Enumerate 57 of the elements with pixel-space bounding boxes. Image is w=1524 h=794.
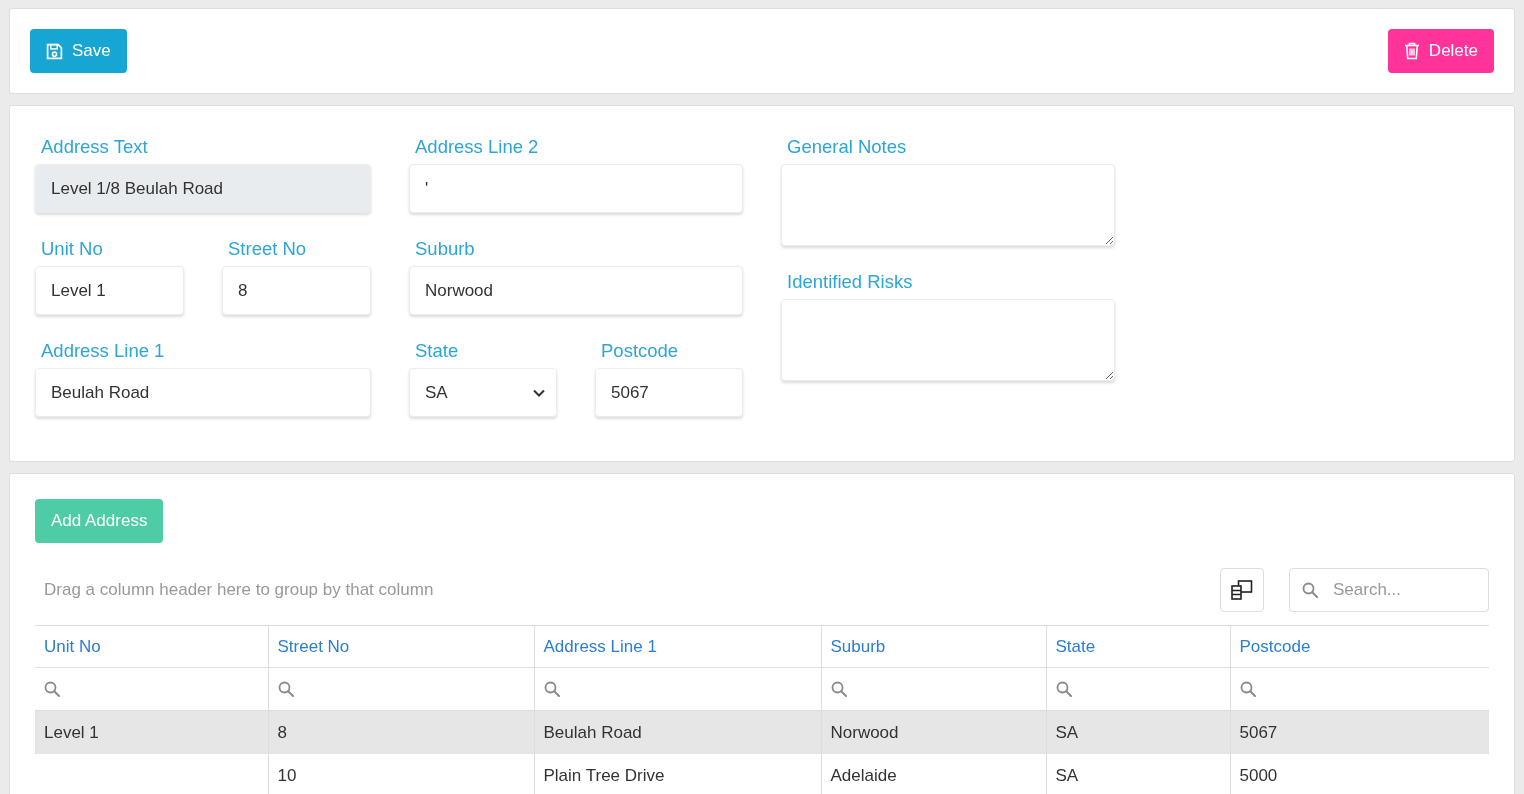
field-label: Street No	[227, 237, 308, 261]
input-field[interactable]: 8	[222, 266, 371, 315]
column-header[interactable]: Street No	[268, 625, 534, 668]
filter-field[interactable]	[821, 667, 1046, 711]
table-row[interactable]: 10 Plain Tree Drive Adelaide SA 5000	[35, 754, 1489, 794]
input-field[interactable]: 5067	[595, 368, 743, 417]
column-chooser-icon	[1231, 580, 1253, 600]
select-field[interactable]: SA	[409, 368, 557, 417]
field-label: Postcode	[600, 339, 680, 363]
column-header[interactable]: Address Line 1	[534, 625, 821, 668]
table-row[interactable]: Level 1 8 Beulah Road Norwood SA 5067	[35, 710, 1489, 754]
table-cell: 10	[268, 754, 534, 794]
field-label: Suburb	[414, 237, 476, 261]
input-field[interactable]: Level 1	[35, 266, 184, 315]
table-cell: Level 1	[35, 710, 268, 754]
field-label: Unit No	[40, 237, 104, 261]
table-cell: Plain Tree Drive	[534, 754, 821, 794]
textarea-field[interactable]	[781, 299, 1115, 381]
input-field[interactable]: Beulah Road	[35, 368, 371, 417]
table-cell: Adelaide	[821, 754, 1046, 794]
trash-icon	[1403, 42, 1420, 60]
column-header[interactable]: State	[1046, 625, 1230, 668]
field-label: Address Line 1	[40, 339, 166, 363]
textarea-field[interactable]	[781, 164, 1115, 246]
field-label: State	[414, 339, 460, 363]
input-field[interactable]: '	[409, 164, 743, 213]
search-icon	[1239, 681, 1256, 697]
readonly-field[interactable]: Level 1/8 Beulah Road	[35, 164, 371, 213]
table-cell: 5000	[1230, 754, 1489, 794]
search-icon	[543, 681, 560, 697]
search-icon	[1055, 681, 1072, 697]
filter-field[interactable]	[1230, 667, 1489, 711]
field-label: Address Text	[40, 135, 149, 159]
table-cell: 5067	[1230, 710, 1489, 754]
field-label: Identified Risks	[786, 270, 914, 294]
column-header[interactable]: Postcode	[1230, 625, 1489, 668]
column-chooser-button[interactable]	[1220, 568, 1264, 612]
filter-field[interactable]	[1046, 667, 1230, 711]
chevron-down-icon	[533, 388, 545, 397]
column-header[interactable]: Suburb	[821, 625, 1046, 668]
table-cell: Beulah Road	[534, 710, 821, 754]
table-cell: SA	[1046, 754, 1230, 794]
search-field[interactable]: Search...	[1289, 568, 1489, 612]
field-label: Address Line 2	[414, 135, 540, 159]
column-header[interactable]: Unit No	[35, 625, 268, 668]
input-field[interactable]: Norwood	[409, 266, 743, 315]
group-panel-hint: Drag a column header here to group by that column	[43, 580, 435, 600]
filter-field[interactable]	[534, 667, 821, 711]
table-cell: SA	[1046, 710, 1230, 754]
field-label: General Notes	[786, 135, 908, 159]
table-cell: 8	[268, 710, 534, 754]
search-icon	[830, 681, 847, 697]
search-icon	[44, 681, 60, 697]
search-icon	[1302, 582, 1318, 598]
table-cell: Norwood	[821, 710, 1046, 754]
filter-field[interactable]	[268, 667, 534, 711]
search-icon	[277, 681, 294, 697]
